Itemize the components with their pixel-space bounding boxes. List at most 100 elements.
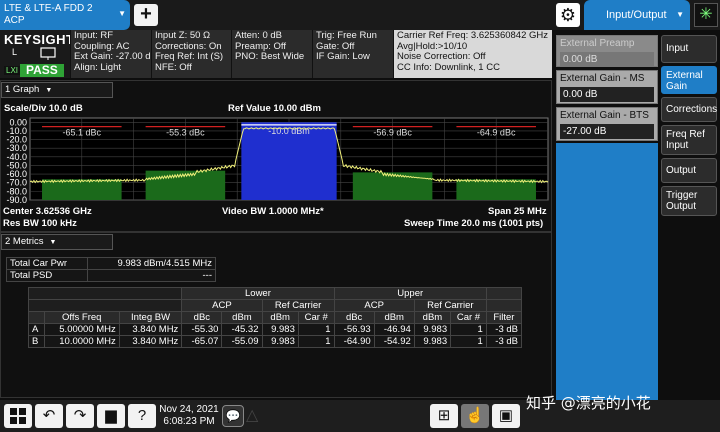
settings-button[interactable]: ⚙ <box>556 3 580 27</box>
menu-external-gain[interactable]: External Gain <box>661 66 717 94</box>
header-trigger[interactable]: Trig: Free Run Gate: Off IF Gain: Low <box>312 30 393 78</box>
lower-car-cell: 1 <box>297 335 335 348</box>
menu-trigger-output[interactable]: Trigger Output <box>661 186 717 216</box>
menu-input[interactable]: Input <box>661 35 717 63</box>
filter-header: Filter <box>485 311 523 324</box>
lower-car-header: Car # <box>297 311 335 324</box>
touch-button[interactable]: ☝ <box>461 404 489 428</box>
header-cc-info-line: CC Info: Downlink, 1 CC <box>397 61 500 73</box>
header-input-z-line: Input Z: 50 Ω <box>155 30 211 41</box>
spectrum-plot: 0.00-10.0-20.0-30.0-40.0-50.0-60.0-70.0-… <box>6 117 549 205</box>
chevron-down-icon: ▼ <box>118 9 126 18</box>
undo-button[interactable]: ↶ <box>35 404 63 428</box>
monitor-icon <box>40 47 56 60</box>
external-gain-bts-setting[interactable]: External Gain - BTS -27.00 dB <box>556 107 658 141</box>
clock-date: Nov 24, 2021 <box>159 404 219 415</box>
windows-button[interactable] <box>4 404 32 428</box>
graph-window-title[interactable]: 1 Graph ▼ <box>1 82 113 98</box>
offs-freq-header: Offs Freq <box>43 311 120 324</box>
lower-dbm-cell: -55.09 <box>221 335 263 348</box>
add-screen-button[interactable]: + <box>134 4 158 26</box>
ref-value-label: Ref Value 10.00 dBm <box>228 103 321 114</box>
messages-button[interactable]: 💬 <box>222 405 244 427</box>
external-gain-bts-value: -27.00 dB <box>560 124 654 139</box>
external-preamp-setting[interactable]: External Preamp 0.00 dB <box>556 35 658 67</box>
video-bw-label: Video BW 1.0000 MHz* <box>222 206 324 217</box>
upper-dbm-header: dBm <box>373 311 415 324</box>
header-freq-ref-line: Freq Ref: Int (S) <box>155 51 224 62</box>
upper-ref-dbm-header: dBm <box>413 311 452 324</box>
menu-output[interactable]: Output <box>661 158 717 183</box>
adjacent-channel-region <box>352 172 433 200</box>
offs-freq-cell: 10.0000 MHz <box>43 335 120 348</box>
gear-icon: ⚙ <box>559 5 577 25</box>
lower-dbc-cell: -65.07 <box>181 335 223 348</box>
header-corrections[interactable]: Input Z: 50 Ω Corrections: On Freq Ref: … <box>151 30 231 78</box>
filter-cell: -3 dB <box>485 335 523 348</box>
touch-icon: ☝ <box>465 407 485 424</box>
restart-button[interactable]: ✳ <box>694 3 718 27</box>
header-trig-line: Trig: Free Run <box>316 30 377 41</box>
metrics-window-title[interactable]: 2 Metrics ▼ <box>1 234 113 250</box>
menu-corrections[interactable]: Corrections <box>661 97 717 122</box>
center-freq-label: Center 3.62536 GHz <box>3 206 92 217</box>
undo-icon: ↶ <box>42 407 56 424</box>
y-axis-labels: 0.00-10.0-20.0-30.0-40.0-50.0-60.0-70.0-… <box>6 117 27 205</box>
file-button[interactable]: ▆ <box>97 404 125 428</box>
acp-marker-label: -56.9 dBc <box>373 128 412 138</box>
redo-icon: ↷ <box>73 407 87 424</box>
external-gain-ms-setting[interactable]: External Gain - MS 0.00 dB <box>556 70 658 104</box>
header-pno-line: PNO: Best Wide <box>235 51 305 62</box>
help-button[interactable]: ? <box>128 404 156 428</box>
menu-corrections-label: Corrections <box>666 104 718 115</box>
upper-ref-cell: 9.983 <box>413 323 452 336</box>
row-id: B <box>28 335 45 348</box>
filter-spacer <box>485 299 523 312</box>
upper-dbm-cell: -54.92 <box>373 335 415 348</box>
header-align-line: Align: Light <box>74 61 122 73</box>
warning-indicator[interactable]: △ <box>246 405 262 427</box>
upper-car-header: Car # <box>450 311 487 324</box>
header-atten[interactable]: Atten: 0 dB Preamp: Off PNO: Best Wide <box>231 30 312 78</box>
acp-table-spacer <box>27 299 183 312</box>
integ-bw-cell: 3.840 MHz <box>118 335 183 348</box>
lower-dbm-header: dBm <box>221 311 263 324</box>
lower-ref-carrier-header: Ref Carrier <box>261 299 335 312</box>
total-psd-value: --- <box>86 269 217 282</box>
layout-button[interactable]: ⊞ <box>430 404 458 428</box>
upper-car-cell: 1 <box>450 323 487 336</box>
span-label: Span 25 MHz <box>488 206 547 217</box>
tab-input-output-label: Input/Output <box>606 9 667 21</box>
offs-freq-cell: 5.00000 MHz <box>43 323 120 336</box>
redo-button[interactable]: ↷ <box>66 404 94 428</box>
mode-selector[interactable]: LTE & LTE-A FDD 2 ACP ▼ <box>0 0 130 30</box>
header-carrier[interactable]: Carrier Ref Freq: 3.625360842 GHz Avg|Ho… <box>393 30 552 78</box>
menu-output-label: Output <box>666 165 697 176</box>
header-input[interactable]: Input: RF Coupling: AC Ext Gain: -27.00 … <box>70 30 151 78</box>
header-atten-line: Atten: 0 dB <box>235 30 283 41</box>
external-gain-ms-label: External Gain - MS <box>560 73 645 84</box>
upper-car-cell: 1 <box>450 335 487 348</box>
metrics-window-title-label: 2 Metrics <box>5 236 44 247</box>
grid-layout-icon: ⊞ <box>437 407 451 424</box>
header-ext-gain-line: Ext Gain: -27.00 dB <box>74 51 151 62</box>
lower-group-header: Lower <box>181 287 335 300</box>
lower-ref-dbm-header: dBm <box>261 311 299 324</box>
settings-panel-background <box>556 143 658 400</box>
header-if-gain-line: IF Gain: Low <box>316 51 370 62</box>
lower-acp-header: ACP <box>181 299 263 312</box>
adjacent-channel-region <box>42 179 122 200</box>
window-button[interactable]: ▣ <box>492 404 520 428</box>
tab-input-output[interactable]: Input/Output ▼ <box>584 0 690 30</box>
lower-dbm-cell: -45.32 <box>221 323 263 336</box>
acp-marker-label: -64.9 dBc <box>477 128 516 138</box>
clock: Nov 24, 2021 6:08:23 PM <box>158 404 220 428</box>
adjacent-channel-region <box>145 170 226 200</box>
total-power-table: Total Car Pwr 9.983 dBm/4.515 MHz Total P… <box>6 257 217 282</box>
menu-freq-ref-input[interactable]: Freq Ref Input <box>661 125 717 155</box>
acp-marker-label: -55.3 dBc <box>166 128 205 138</box>
filter-spacer <box>485 287 523 300</box>
lower-dbc-cell: -55.30 <box>181 323 223 336</box>
sweep-time-label: Sweep Time 20.0 ms (1001 pts) <box>404 218 544 229</box>
menu-freq-ref-input-label: Freq Ref Input <box>666 129 705 151</box>
